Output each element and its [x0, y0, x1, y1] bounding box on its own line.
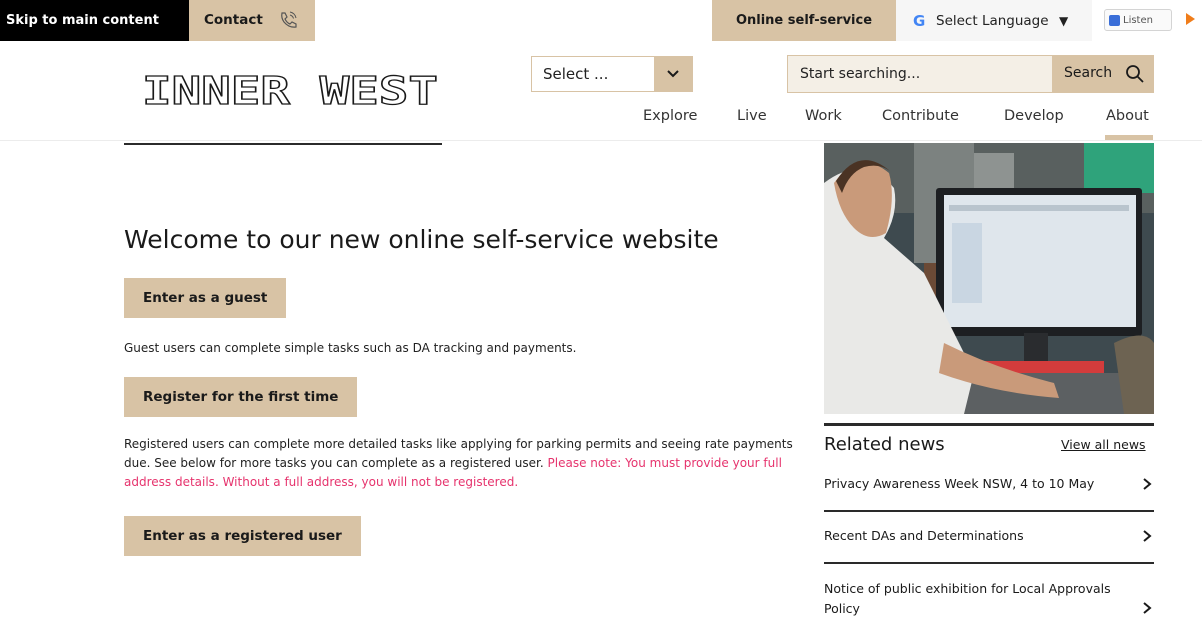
listen-label: Listen	[1123, 15, 1153, 26]
chevron-right-icon	[1143, 530, 1152, 542]
chevron-down-icon	[667, 70, 679, 78]
nav-work[interactable]: Work	[805, 106, 842, 126]
inner-west-logo[interactable]: INNER WEST	[142, 68, 440, 114]
language-label: Select Language	[936, 13, 1049, 29]
header-divider	[0, 140, 1202, 141]
news-divider	[824, 510, 1154, 512]
online-self-service-link[interactable]: Online self-service	[712, 0, 896, 41]
phone-icon	[281, 11, 297, 28]
news-item-title: Privacy Awareness Week NSW, 4 to 10 May	[824, 476, 1095, 491]
enter-as-guest-button[interactable]: Enter as a guest	[124, 278, 287, 318]
news-item-title: Recent DAs and Determinations	[824, 528, 1024, 543]
register-first-time-button[interactable]: Register for the first time	[124, 377, 358, 417]
nav-contribute[interactable]: Contribute	[882, 106, 959, 126]
search-input[interactable]: Start searching...	[787, 55, 1053, 93]
list-item[interactable]: Recent DAs and Determinations	[824, 526, 1154, 546]
chevron-right-icon	[1143, 478, 1152, 490]
office-worker-photo	[824, 143, 1154, 414]
select-chevron	[654, 57, 692, 91]
category-select[interactable]: Select ...	[531, 56, 693, 92]
speaker-icon	[1109, 15, 1120, 26]
language-selector[interactable]: G Select Language ▼	[896, 0, 1092, 41]
search-button-label: Search	[1064, 65, 1113, 81]
google-g-icon: G	[913, 12, 926, 30]
related-news-divider	[824, 423, 1154, 426]
nav-develop[interactable]: Develop	[1004, 106, 1064, 126]
select-value: Select ...	[543, 65, 609, 83]
page-title: Welcome to our new online self-service w…	[124, 225, 719, 254]
skip-to-main-link[interactable]: Skip to main content	[0, 0, 189, 41]
language-dropdown-arrow: ▼	[1059, 14, 1069, 28]
registered-description: Registered users can complete more detai…	[124, 435, 794, 492]
listen-button[interactable]: Listen	[1104, 9, 1172, 31]
nav-explore[interactable]: Explore	[643, 106, 697, 126]
utility-bar: Skip to main content Contact Online self…	[0, 0, 1202, 41]
section-divider	[124, 143, 442, 145]
search-button[interactable]: Search	[1053, 55, 1154, 93]
search-icon	[1126, 65, 1144, 83]
contact-label: Contact	[204, 12, 263, 28]
chevron-right-icon	[1143, 602, 1152, 614]
svg-text:INNER WEST: INNER WEST	[142, 69, 438, 113]
nav-live[interactable]: Live	[737, 106, 767, 126]
nav-about[interactable]: About	[1106, 106, 1149, 126]
list-item[interactable]: Notice of public exhibition for Local Ap…	[824, 579, 1154, 619]
list-item[interactable]: Privacy Awareness Week NSW, 4 to 10 May	[824, 474, 1154, 494]
play-icon[interactable]	[1186, 13, 1195, 25]
view-all-news-link[interactable]: View all news	[1061, 437, 1146, 452]
news-divider	[824, 562, 1154, 564]
contact-link[interactable]: Contact	[189, 0, 315, 41]
news-item-title: Notice of public exhibition for Local Ap…	[824, 581, 1111, 616]
guest-description: Guest users can complete simple tasks su…	[124, 341, 577, 355]
related-news-heading: Related news	[824, 434, 945, 455]
enter-as-registered-user-button[interactable]: Enter as a registered user	[124, 516, 361, 556]
